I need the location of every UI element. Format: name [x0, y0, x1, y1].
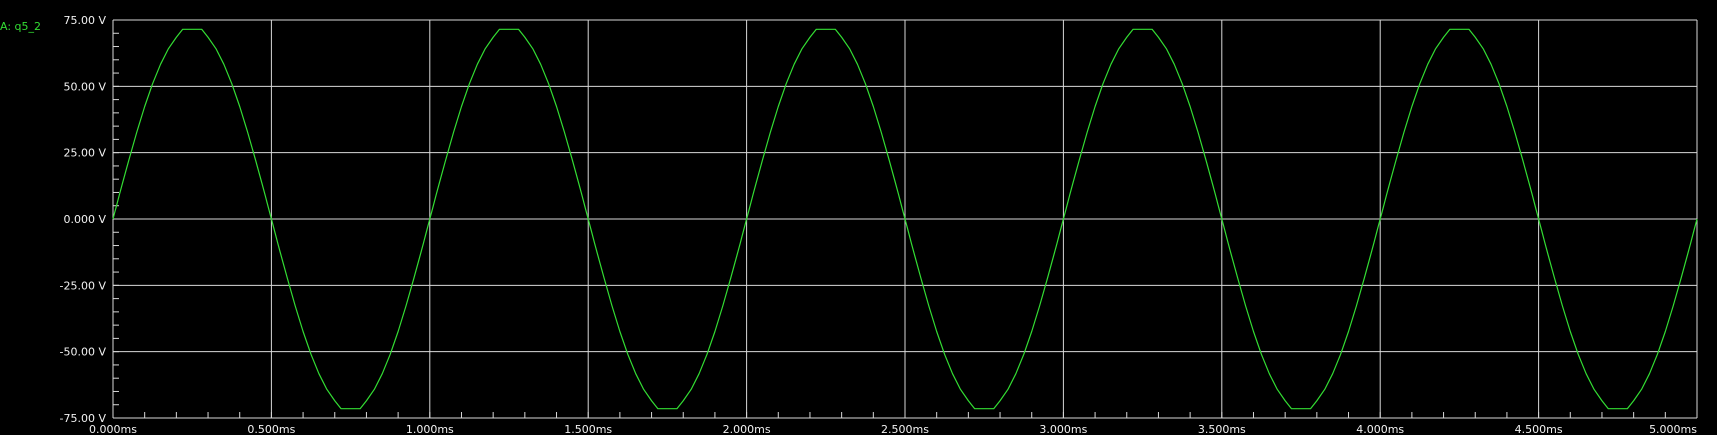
trace-legend-label[interactable]: A: q5_2	[0, 20, 41, 33]
y-tick-label: -50.00 V	[60, 346, 107, 359]
y-tick-label: 0.000 V	[63, 213, 106, 226]
x-tick-label: 5.000ms	[1649, 423, 1697, 435]
x-tick-label: 1.000ms	[406, 423, 454, 435]
x-tick-label: 1.500ms	[564, 423, 612, 435]
y-tick-label: -25.00 V	[60, 279, 107, 292]
y-tick-label: 50.00 V	[63, 80, 106, 93]
x-tick-label: 3.000ms	[1039, 423, 1087, 435]
x-tick-label: 2.500ms	[881, 423, 929, 435]
x-tick-label: 0.000ms	[89, 423, 137, 435]
waveform-plot: 75.00 V 50.00 V 25.00 V 0.000 V -25.00 V -50.…	[0, 0, 1717, 435]
x-tick-label: 3.500ms	[1198, 423, 1246, 435]
y-tick-label: 25.00 V	[63, 147, 106, 160]
x-tick-label: 0.500ms	[247, 423, 295, 435]
y-tick-label: 75.00 V	[63, 14, 106, 27]
x-tick-label: 4.500ms	[1515, 423, 1563, 435]
x-tick-label: 4.000ms	[1356, 423, 1404, 435]
x-tick-label: 2.000ms	[723, 423, 771, 435]
